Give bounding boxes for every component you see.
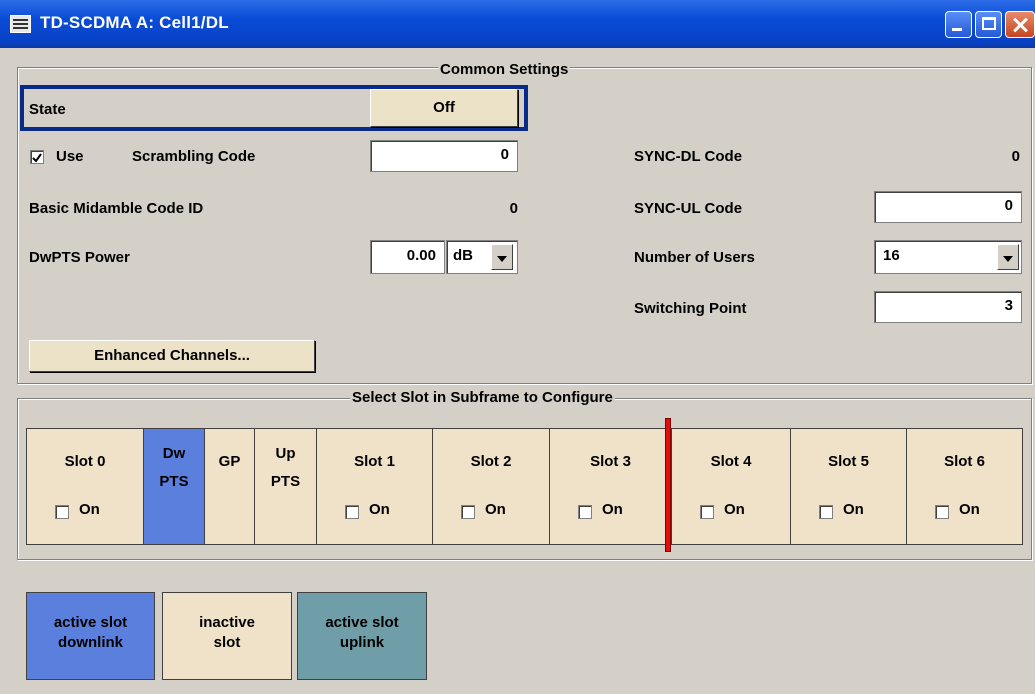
basic-midamble-code-value: 0 xyxy=(509,200,518,217)
legend-label: active slot xyxy=(53,614,128,631)
slot-label-2: PTS xyxy=(159,473,189,490)
slot-on-label: On xyxy=(724,501,745,518)
enhanced-channels-button[interactable]: Enhanced Channels... xyxy=(29,340,315,372)
slot-on-checkbox[interactable] xyxy=(55,505,69,519)
legend-item-2: active slot uplink xyxy=(297,592,427,680)
use-label: Use xyxy=(56,148,84,165)
dwpts-power-field[interactable]: 0.00 xyxy=(370,240,445,274)
slot-8[interactable]: Slot 5 On xyxy=(790,428,907,545)
use-checkbox[interactable] xyxy=(30,150,44,164)
slot-3[interactable]: Up PTS xyxy=(254,428,317,545)
legend-label: inactive xyxy=(199,614,255,631)
window-title: TD-SCDMA A: Cell1/DL xyxy=(40,13,229,32)
slot-label: Dw xyxy=(162,445,186,462)
slot-on-label: On xyxy=(79,501,100,518)
slot-on-label: On xyxy=(959,501,980,518)
sync-ul-code-label: SYNC-UL Code xyxy=(634,200,743,217)
slot-label: Slot 3 xyxy=(590,453,631,470)
slot-5[interactable]: Slot 2 On xyxy=(432,428,550,545)
slot-on-checkbox[interactable] xyxy=(345,505,359,519)
slot-label: Slot 2 xyxy=(470,453,512,470)
dwpts-power-label: DwPTS Power xyxy=(29,249,130,266)
legend-label: active slot xyxy=(325,614,399,631)
title-bar: TD-SCDMA A: Cell1/DL xyxy=(0,0,1035,48)
legend-item-1: inactive slot xyxy=(162,592,292,680)
legend-label-2: uplink xyxy=(339,634,385,651)
basic-midamble-code-label: Basic Midamble Code ID xyxy=(29,200,204,217)
window-app-icon xyxy=(10,15,31,33)
slot-on-label: On xyxy=(369,501,390,518)
slot-label-2: PTS xyxy=(270,473,301,490)
dwpts-unit-select[interactable]: dB xyxy=(446,240,518,274)
chevron-down-icon[interactable] xyxy=(491,244,513,270)
scrambling-code-label: Scrambling Code xyxy=(132,148,256,165)
slot-selection-title: Select Slot in Subframe to Configure xyxy=(350,389,615,406)
legend-label-2: slot xyxy=(213,634,241,651)
state-label: State xyxy=(29,101,66,118)
sync-dl-code-label: SYNC-DL Code xyxy=(634,148,743,165)
number-of-users-select[interactable]: 16 xyxy=(874,240,1022,274)
slot-label: GP xyxy=(218,453,241,470)
slot-on-label: On xyxy=(843,501,864,518)
maximize-button[interactable] xyxy=(975,11,1002,38)
slot-1[interactable]: Dw PTS xyxy=(143,428,205,545)
dwpts-unit-value: dB xyxy=(453,247,473,264)
slot-on-checkbox[interactable] xyxy=(819,505,833,519)
slot-on-checkbox[interactable] xyxy=(700,505,714,519)
slot-on-checkbox[interactable] xyxy=(935,505,949,519)
sync-dl-code-value: 0 xyxy=(1011,148,1020,165)
switching-point-label: Switching Point xyxy=(634,300,747,317)
slot-on-label: On xyxy=(485,501,506,518)
switching-point-field[interactable]: 3 xyxy=(874,291,1022,323)
sync-ul-code-field[interactable]: 0 xyxy=(874,191,1022,223)
scrambling-code-field[interactable]: 0 xyxy=(370,140,518,172)
slot-on-checkbox[interactable] xyxy=(578,505,592,519)
slot-on-checkbox[interactable] xyxy=(461,505,475,519)
legend-item-0: active slot downlink xyxy=(26,592,155,680)
slot-0[interactable]: Slot 0 On xyxy=(26,428,144,545)
slot-label: Up xyxy=(275,445,296,462)
check-icon xyxy=(32,153,42,163)
number-of-users-value: 16 xyxy=(883,247,900,264)
chevron-down-icon[interactable] xyxy=(997,244,1019,270)
common-settings-title: Common Settings xyxy=(438,61,571,78)
slot-label: Slot 0 xyxy=(64,453,106,470)
slot-6[interactable]: Slot 3 On xyxy=(549,428,672,545)
legend-label-2: downlink xyxy=(58,634,123,651)
slot-4[interactable]: Slot 1 On xyxy=(316,428,433,545)
number-of-users-label: Number of Users xyxy=(634,249,755,266)
slot-label: Slot 1 xyxy=(354,453,395,470)
minimize-button[interactable] xyxy=(945,11,972,38)
slot-label: Slot 6 xyxy=(944,453,985,470)
slot-label: Slot 4 xyxy=(710,453,752,470)
state-toggle-button[interactable]: Off xyxy=(370,89,518,127)
slot-9[interactable]: Slot 6 On xyxy=(906,428,1023,545)
slot-2[interactable]: GP xyxy=(204,428,255,545)
switching-point-marker[interactable] xyxy=(665,418,671,552)
close-button[interactable] xyxy=(1005,11,1035,38)
slot-label: Slot 5 xyxy=(828,453,869,470)
slot-7[interactable]: Slot 4 On xyxy=(671,428,791,545)
slot-on-label: On xyxy=(602,501,623,518)
